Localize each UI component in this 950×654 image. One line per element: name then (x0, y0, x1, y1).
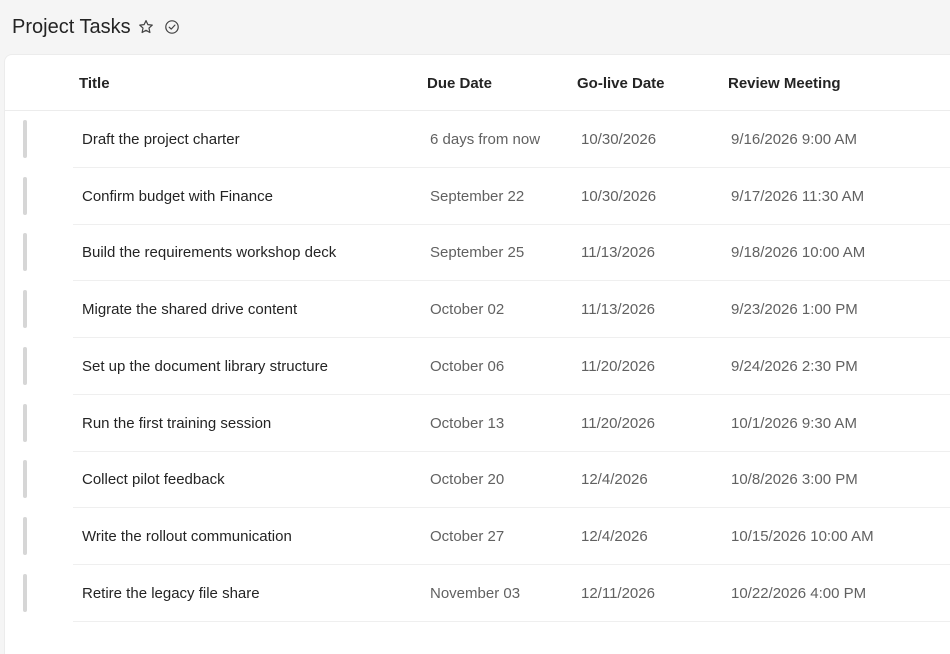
table-row[interactable]: Draft the project charter 6 days from no… (5, 111, 950, 168)
row-selection-handle[interactable] (23, 460, 27, 498)
title-cell[interactable]: Confirm budget with Finance (82, 188, 273, 205)
column-header-review-meeting[interactable]: Review Meeting (728, 75, 841, 92)
row-selection-handle[interactable] (23, 120, 27, 158)
go-live-date-cell: 12/4/2026 (581, 528, 648, 545)
row-selection-handle[interactable] (23, 233, 27, 271)
review-meeting-cell: 10/15/2026 10:00 AM (731, 528, 874, 545)
go-live-date-cell: 11/20/2026 (581, 415, 655, 432)
due-date-cell: October 13 (430, 415, 505, 432)
column-header-row: Title Due Date Go-live Date Review Meeti… (5, 55, 950, 111)
table-row[interactable]: Set up the document library structure Oc… (5, 338, 950, 395)
table-row[interactable]: Build the requirements workshop deck Sep… (5, 224, 950, 281)
due-date-cell: October 02 (430, 301, 505, 318)
review-meeting-cell: 10/8/2026 3:00 PM (731, 471, 858, 488)
row-selection-handle[interactable] (23, 517, 27, 555)
column-header-due-date[interactable]: Due Date (427, 75, 492, 92)
table-row[interactable]: Migrate the shared drive content October… (5, 281, 950, 338)
review-meeting-cell: 10/1/2026 9:30 AM (731, 415, 857, 432)
go-live-date-cell: 11/20/2026 (581, 358, 655, 375)
table-row[interactable]: Collect pilot feedback October 20 12/4/2… (5, 451, 950, 508)
row-selection-handle[interactable] (23, 404, 27, 442)
list-view: Title Due Date Go-live Date Review Meeti… (4, 54, 950, 654)
header-bar: Project Tasks (0, 0, 950, 54)
title-cell[interactable]: Collect pilot feedback (82, 471, 225, 488)
row-selection-handle[interactable] (23, 177, 27, 215)
table-row[interactable]: Confirm budget with Finance September 22… (5, 168, 950, 225)
title-cell[interactable]: Run the first training session (82, 415, 271, 432)
due-date-cell: October 20 (430, 471, 505, 488)
page-title: Project Tasks (12, 15, 131, 38)
column-header-title[interactable]: Title (79, 75, 110, 92)
go-live-date-cell: 12/11/2026 (581, 585, 655, 602)
row-selection-handle[interactable] (23, 574, 27, 612)
due-date-cell: October 27 (430, 528, 505, 545)
review-meeting-cell: 9/18/2026 10:00 AM (731, 244, 866, 261)
go-live-date-cell: 10/30/2026 (581, 131, 657, 148)
review-meeting-cell: 10/22/2026 4:00 PM (731, 585, 867, 602)
title-cell[interactable]: Migrate the shared drive content (82, 301, 297, 318)
go-live-date-cell: 12/4/2026 (581, 471, 648, 488)
title-cell[interactable]: Draft the project charter (82, 131, 240, 148)
go-live-date-cell: 10/30/2026 (581, 188, 657, 205)
star-outline-icon[interactable] (135, 16, 157, 38)
title-cell[interactable]: Build the requirements workshop deck (82, 244, 336, 261)
review-meeting-cell: 9/17/2026 11:30 AM (731, 188, 865, 205)
review-meeting-cell: 9/24/2026 2:30 PM (731, 358, 858, 375)
due-date-cell: September 25 (430, 244, 525, 261)
column-header-go-live-date[interactable]: Go-live Date (577, 75, 665, 92)
table-row[interactable]: Write the rollout communication October … (5, 508, 950, 565)
title-cell[interactable]: Set up the document library structure (82, 358, 328, 375)
title-cell[interactable]: Retire the legacy file share (82, 585, 260, 602)
go-live-date-cell: 11/13/2026 (581, 244, 655, 261)
due-date-cell: 6 days from now (430, 131, 541, 148)
review-meeting-cell: 9/16/2026 9:00 AM (731, 131, 857, 148)
title-cell[interactable]: Write the rollout communication (82, 528, 292, 545)
check-circle-icon[interactable] (161, 16, 183, 38)
row-selection-handle[interactable] (23, 347, 27, 385)
table-row[interactable]: Run the first training session October 1… (5, 395, 950, 452)
row-selection-handle[interactable] (23, 290, 27, 328)
due-date-cell: September 22 (430, 188, 525, 205)
go-live-date-cell: 11/13/2026 (581, 301, 655, 318)
table-row[interactable]: Retire the legacy file share November 03… (5, 565, 950, 622)
due-date-cell: October 06 (430, 358, 505, 375)
review-meeting-cell: 9/23/2026 1:00 PM (731, 301, 858, 318)
due-date-cell: November 03 (430, 585, 521, 602)
